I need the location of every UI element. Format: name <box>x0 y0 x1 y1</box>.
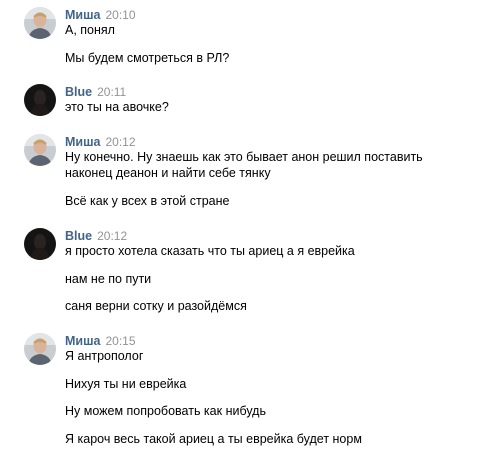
blue-avatar-icon <box>24 228 56 260</box>
avatar[interactable] <box>24 333 56 365</box>
misha-avatar-icon <box>24 333 56 365</box>
message-text: Я антрополог <box>65 349 144 363</box>
message-time[interactable]: 20:15 <box>105 334 135 348</box>
message-text: Мы будем смотреться в РЛ? <box>65 51 230 65</box>
author-name[interactable]: Миша <box>65 8 100 22</box>
message-text: наконец деанон и найти себе тянку <box>65 166 271 180</box>
author-name[interactable]: Blue <box>65 229 92 243</box>
message-text: А, понял <box>65 23 115 37</box>
avatar[interactable] <box>24 7 56 39</box>
misha-avatar-icon <box>24 7 56 39</box>
message-time[interactable]: 20:11 <box>97 85 126 99</box>
message-text: Нихуя ты ни еврейка <box>65 377 187 391</box>
author-name[interactable]: Миша <box>65 135 100 149</box>
author-name[interactable]: Blue <box>65 85 92 99</box>
avatar[interactable] <box>24 84 56 116</box>
message-time[interactable]: 20:12 <box>97 229 127 243</box>
author-name[interactable]: Миша <box>65 334 100 348</box>
message-text: Всё как у всех в этой стране <box>65 194 230 208</box>
message-text: Я кароч весь такой ариец а ты еврейка бу… <box>65 432 362 446</box>
blue-avatar-icon <box>24 84 56 116</box>
message-text: нам не по пути <box>65 272 152 286</box>
avatar[interactable] <box>24 228 56 260</box>
message-text: Ну можем попробовать как нибудь <box>65 404 266 418</box>
message-text: это ты на авочке? <box>65 100 169 114</box>
avatar[interactable] <box>24 134 56 166</box>
message-text: я просто хотела сказать что ты ариец а я… <box>65 244 355 258</box>
message-text: саня верни сотку и разойдёмся <box>65 299 247 313</box>
misha-avatar-icon <box>24 134 56 166</box>
message-time[interactable]: 20:10 <box>105 8 135 22</box>
message-time[interactable]: 20:12 <box>105 135 135 149</box>
